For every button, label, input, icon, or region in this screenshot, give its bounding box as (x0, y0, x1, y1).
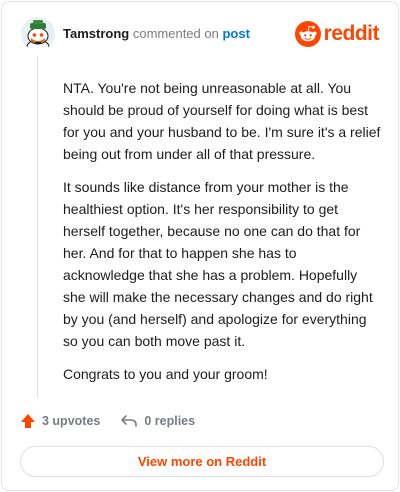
post-link[interactable]: post (222, 26, 249, 41)
reply-count: 0 replies (144, 414, 196, 428)
comment-paragraph: It sounds like distance from your mother… (63, 179, 373, 349)
comment-header: Tamstrong commented on post (63, 26, 250, 42)
upvote-arrow-icon (21, 414, 35, 428)
username[interactable]: Tamstrong (63, 26, 129, 41)
reply-button[interactable]: 0 replies (120, 413, 195, 429)
reddit-wordmark: reddit (323, 22, 380, 45)
comment-body: NTA. You're not being unreasonable at al… (63, 77, 381, 396)
reddit-brand[interactable]: reddit (294, 21, 380, 47)
comment-actions: 3 upvotes 0 replies (20, 409, 195, 433)
snoo-avatar-icon (21, 17, 55, 51)
comment-paragraph: NTA. You're not being unreasonable at al… (63, 80, 381, 162)
reddit-logo-icon (294, 21, 321, 47)
thread-line[interactable] (37, 56, 38, 398)
user-avatar[interactable] (21, 17, 55, 51)
upvote-button[interactable]: 3 upvotes (20, 413, 100, 429)
upvote-count: 3 upvotes (42, 414, 101, 428)
commented-on-label: commented on (132, 26, 219, 41)
view-more-on-reddit-button[interactable]: View more on Reddit (20, 446, 384, 477)
comment-card: Tamstrong commented on post reddit NTA. … (1, 1, 399, 491)
comment-paragraph: Congrats to you and your groom! (63, 366, 268, 382)
reply-arrow-icon (121, 415, 138, 427)
